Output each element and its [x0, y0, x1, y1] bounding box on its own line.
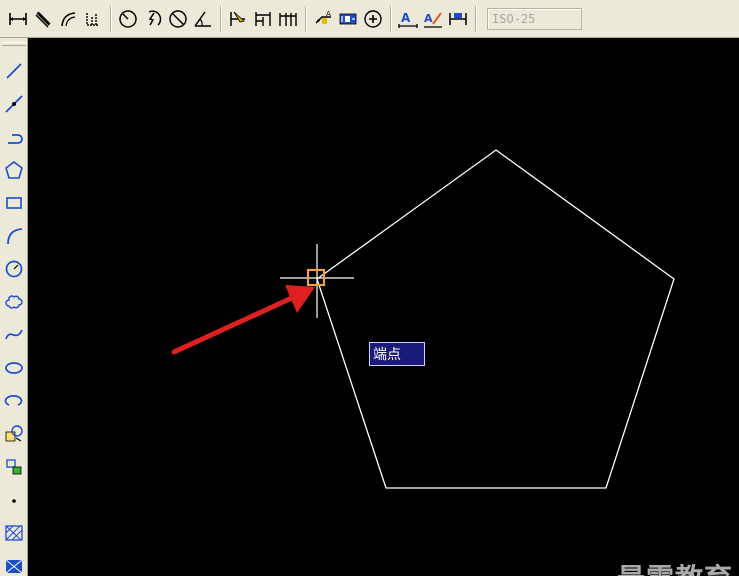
ordinate-dimension-button[interactable] — [81, 6, 105, 32]
pentagon-shape[interactable] — [316, 149, 675, 489]
quick-leader-icon: A — [315, 10, 331, 24]
hatch-icon — [5, 524, 23, 541]
baseline-dimension-button[interactable] — [251, 6, 275, 32]
circle-icon — [5, 260, 23, 277]
tolerance-button[interactable] — [336, 6, 360, 32]
quick-dimension-icon — [230, 11, 245, 26]
center-mark-icon — [364, 9, 382, 28]
polygon-icon — [5, 160, 23, 179]
toolbar-separator — [110, 5, 112, 32]
dimension-text-edit-button[interactable]: A — [421, 6, 445, 32]
construction-line-button[interactable] — [0, 87, 28, 120]
angular-dimension-button[interactable] — [191, 6, 215, 32]
gradient-icon — [5, 559, 23, 573]
polygon-button[interactable] — [0, 153, 28, 186]
ellipse-icon — [5, 361, 23, 374]
arc-length-button[interactable] — [56, 6, 80, 32]
linear-dimension-button[interactable] — [6, 6, 30, 32]
hatch-button[interactable] — [0, 516, 28, 549]
crosshair-cursor — [280, 244, 354, 318]
point-icon — [12, 498, 16, 503]
construction-line-icon — [5, 94, 23, 113]
draw-toolbar — [0, 38, 28, 576]
svg-text:A: A — [326, 10, 331, 18]
insert-block-button[interactable] — [0, 417, 28, 450]
toolbar-separator — [390, 5, 392, 32]
dimension-text-edit-icon: A — [424, 12, 442, 28]
make-block-button[interactable] — [0, 450, 28, 483]
arc-length-icon — [61, 11, 76, 26]
drawing-canvas[interactable]: 端点 最需教育 — [29, 39, 739, 576]
diameter-dimension-icon — [169, 9, 187, 28]
baseline-dimension-icon — [255, 11, 271, 26]
ellipse-button[interactable] — [0, 351, 28, 384]
toolbar-separator — [305, 5, 307, 32]
polyline-icon — [8, 133, 23, 144]
jogged-dimension-button[interactable] — [141, 6, 165, 32]
continue-dimension-icon — [279, 12, 297, 26]
center-mark-button[interactable] — [361, 6, 385, 32]
point-button[interactable] — [0, 483, 28, 516]
aligned-dimension-button[interactable] — [31, 6, 55, 32]
arc-icon — [7, 227, 23, 244]
tolerance-icon — [339, 13, 357, 24]
dimension-edit-icon: A — [398, 11, 418, 28]
annotation-arrow — [171, 285, 315, 355]
circle-button[interactable] — [0, 252, 28, 285]
revision-cloud-icon — [5, 294, 23, 309]
diameter-dimension-button[interactable] — [166, 6, 190, 32]
spline-icon — [5, 329, 23, 339]
radius-dimension-button[interactable] — [116, 6, 140, 32]
radius-dimension-icon — [119, 9, 137, 28]
ordinate-dimension-icon — [86, 12, 99, 26]
watermark-text: 最需教育 — [617, 557, 733, 576]
polyline-button[interactable] — [0, 120, 28, 153]
quick-leader-button[interactable]: A — [311, 6, 335, 32]
arc-button[interactable] — [0, 219, 28, 252]
dimension-edit-button[interactable]: A — [396, 6, 420, 32]
svg-text:A: A — [424, 12, 433, 25]
ellipse-arc-button[interactable] — [0, 384, 28, 417]
dimension-style-select[interactable]: ISO-25 — [487, 7, 582, 30]
aligned-dimension-icon — [35, 10, 51, 28]
jogged-dimension-icon — [148, 10, 162, 26]
dimension-update-button[interactable] — [446, 6, 470, 32]
revision-cloud-button[interactable] — [0, 285, 28, 318]
dimension-update-icon — [449, 12, 467, 25]
toolbar-grip[interactable] — [2, 42, 26, 46]
toolbar-separator — [475, 5, 477, 32]
rectangle-button[interactable] — [0, 186, 28, 219]
make-block-icon — [6, 458, 22, 474]
spline-button[interactable] — [0, 318, 28, 351]
line-button[interactable] — [0, 54, 28, 87]
quick-dimension-button[interactable] — [226, 6, 250, 32]
snap-tooltip: 端点 — [369, 342, 425, 366]
svg-text:A: A — [401, 11, 411, 25]
dimension-toolbar: A A A ISO-25 — [0, 0, 739, 38]
insert-block-icon — [5, 424, 23, 442]
linear-dimension-icon — [9, 12, 27, 25]
line-icon — [6, 62, 22, 79]
drawing-surface — [171, 149, 675, 489]
gradient-button[interactable] — [0, 549, 28, 576]
ellipse-arc-icon — [4, 394, 23, 406]
continue-dimension-button[interactable] — [276, 6, 300, 32]
toolbar-separator — [220, 5, 222, 32]
angular-dimension-icon — [194, 11, 211, 27]
rectangle-icon — [6, 196, 22, 209]
